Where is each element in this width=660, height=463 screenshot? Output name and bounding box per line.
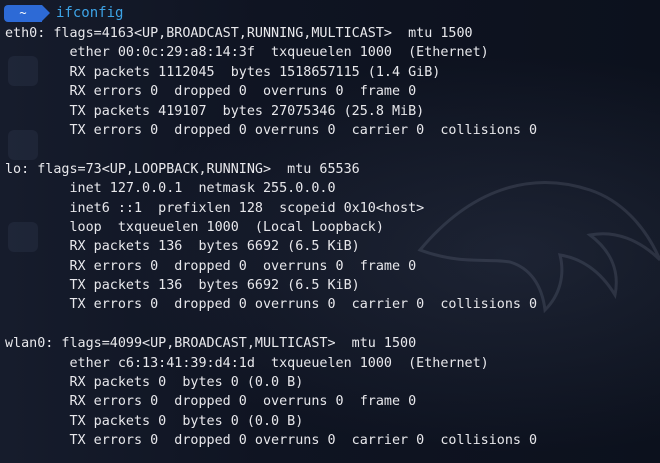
output-line: RX packets 136 bytes 6692 (6.5 KiB)	[5, 239, 360, 255]
output-line: TX packets 0 bytes 0 (0.0 B)	[5, 413, 304, 429]
output-line: RX errors 0 dropped 0 overruns 0 frame 0	[5, 258, 417, 274]
output-line: TX errors 0 dropped 0 overruns 0 carrier…	[5, 122, 538, 138]
output-line: TX packets 136 bytes 6692 (6.5 KiB)	[5, 278, 360, 294]
output-line: eth0: flags=4163<UP,BROADCAST,RUNNING,MU…	[5, 26, 473, 41]
output-line: RX packets 0 bytes 0 (0.0 B)	[5, 375, 304, 391]
command-text: ifconfig	[56, 5, 124, 21]
output-line: TX errors 0 dropped 0 overruns 0 carrier…	[5, 297, 538, 313]
output-line: ether 00:0c:29:a8:14:3f txqueuelen 1000 …	[5, 45, 489, 61]
output-line: ether c6:13:41:39:d4:1d txqueuelen 1000 …	[5, 355, 489, 371]
shell-prompt: ~ ifconfig	[4, 4, 123, 22]
output-line: RX errors 0 dropped 0 overruns 0 frame 0	[5, 84, 417, 100]
output-line: loop txqueuelen 1000 (Local Loopback)	[5, 219, 384, 235]
command-output: eth0: flags=4163<UP,BROADCAST,RUNNING,MU…	[5, 24, 537, 451]
output-line: inet 127.0.0.1 netmask 255.0.0.0	[5, 181, 336, 197]
output-line: wlan0: flags=4099<UP,BROADCAST,MULTICAST…	[5, 336, 417, 352]
output-line: RX packets 1112045 bytes 1518657115 (1.4…	[5, 64, 441, 80]
tilde-icon: ~	[19, 5, 27, 20]
output-line: RX errors 0 dropped 0 overruns 0 frame 0	[5, 394, 417, 410]
output-line: inet6 ::1 prefixlen 128 scopeid 0x10<hos…	[5, 200, 425, 216]
output-line: TX packets 419107 bytes 27075346 (25.8 M…	[5, 103, 425, 119]
home-directory-badge: ~	[4, 4, 50, 22]
output-line: TX errors 0 dropped 0 overruns 0 carrier…	[5, 433, 538, 449]
output-line: lo: flags=73<UP,LOOPBACK,RUNNING> mtu 65…	[5, 161, 360, 177]
terminal-window[interactable]: ~ ifconfig eth0: flags=4163<UP,BROADCAST…	[0, 0, 660, 463]
